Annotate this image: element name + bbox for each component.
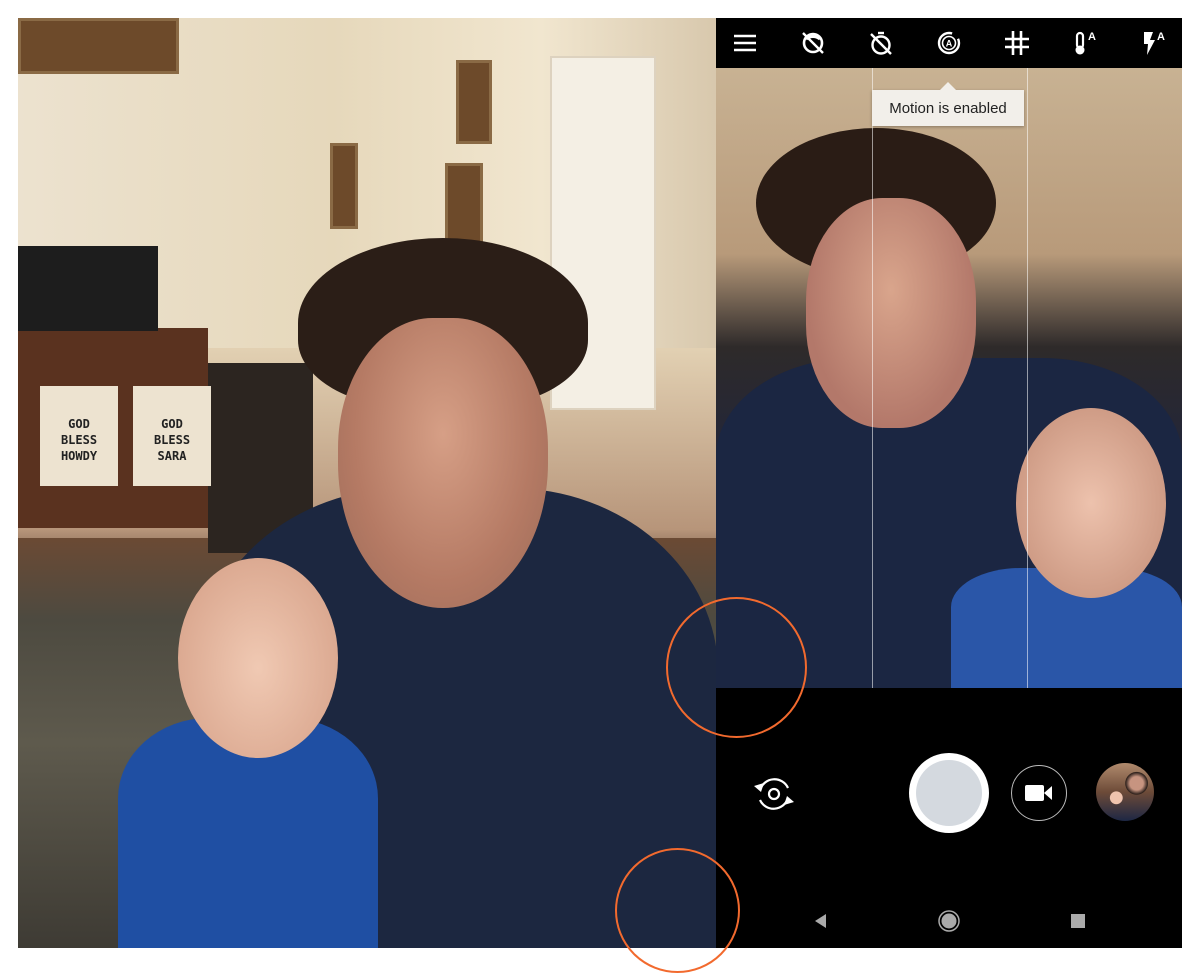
picture-frame [18, 18, 179, 74]
flash-auto-icon[interactable]: A [1136, 26, 1170, 60]
banner-howdy: GOD BLESS HOWDY [40, 386, 118, 486]
motion-auto-icon[interactable]: A [932, 26, 966, 60]
picture-frame [330, 143, 358, 229]
recents-button[interactable] [1063, 906, 1093, 936]
back-button[interactable] [806, 906, 836, 936]
switch-camera-button[interactable] [750, 770, 798, 818]
svg-text:A: A [1088, 31, 1096, 43]
back-icon [815, 914, 826, 928]
man-face [806, 198, 976, 428]
baby-face [178, 558, 338, 758]
gallery-thumbnail[interactable] [1096, 763, 1154, 821]
recents-icon [1071, 914, 1085, 928]
top-bar: A A A [716, 18, 1182, 68]
menu-icon[interactable] [728, 26, 762, 60]
stereo [18, 246, 158, 331]
video-mode-button[interactable] [1011, 765, 1067, 821]
svg-text:A: A [1157, 31, 1165, 43]
camera-app: A A A Motion is enabled [716, 18, 1182, 948]
viewfinder[interactable] [716, 68, 1182, 688]
shutter-inner [916, 760, 982, 826]
grid-line [872, 68, 873, 688]
video-icon [1025, 785, 1052, 801]
comparison-photo: GOD BLESS HOWDY GOD BLESS SARA [18, 18, 716, 948]
picture-frame [456, 60, 492, 144]
hdr-off-icon[interactable] [796, 26, 830, 60]
man-face [338, 318, 548, 608]
baby-face [1016, 408, 1166, 598]
timer-off-icon[interactable] [864, 26, 898, 60]
home-icon [938, 910, 960, 932]
home-button[interactable] [934, 906, 964, 936]
white-balance-auto-icon[interactable]: A [1068, 26, 1102, 60]
grid-line [1027, 68, 1028, 688]
shutter-button[interactable] [909, 753, 989, 833]
banner-sara: GOD BLESS SARA [133, 386, 211, 486]
motion-tooltip: Motion is enabled [872, 82, 1024, 126]
switch-camera-icon [754, 778, 794, 810]
svg-text:A: A [946, 39, 953, 49]
grid-icon[interactable] [1000, 26, 1034, 60]
